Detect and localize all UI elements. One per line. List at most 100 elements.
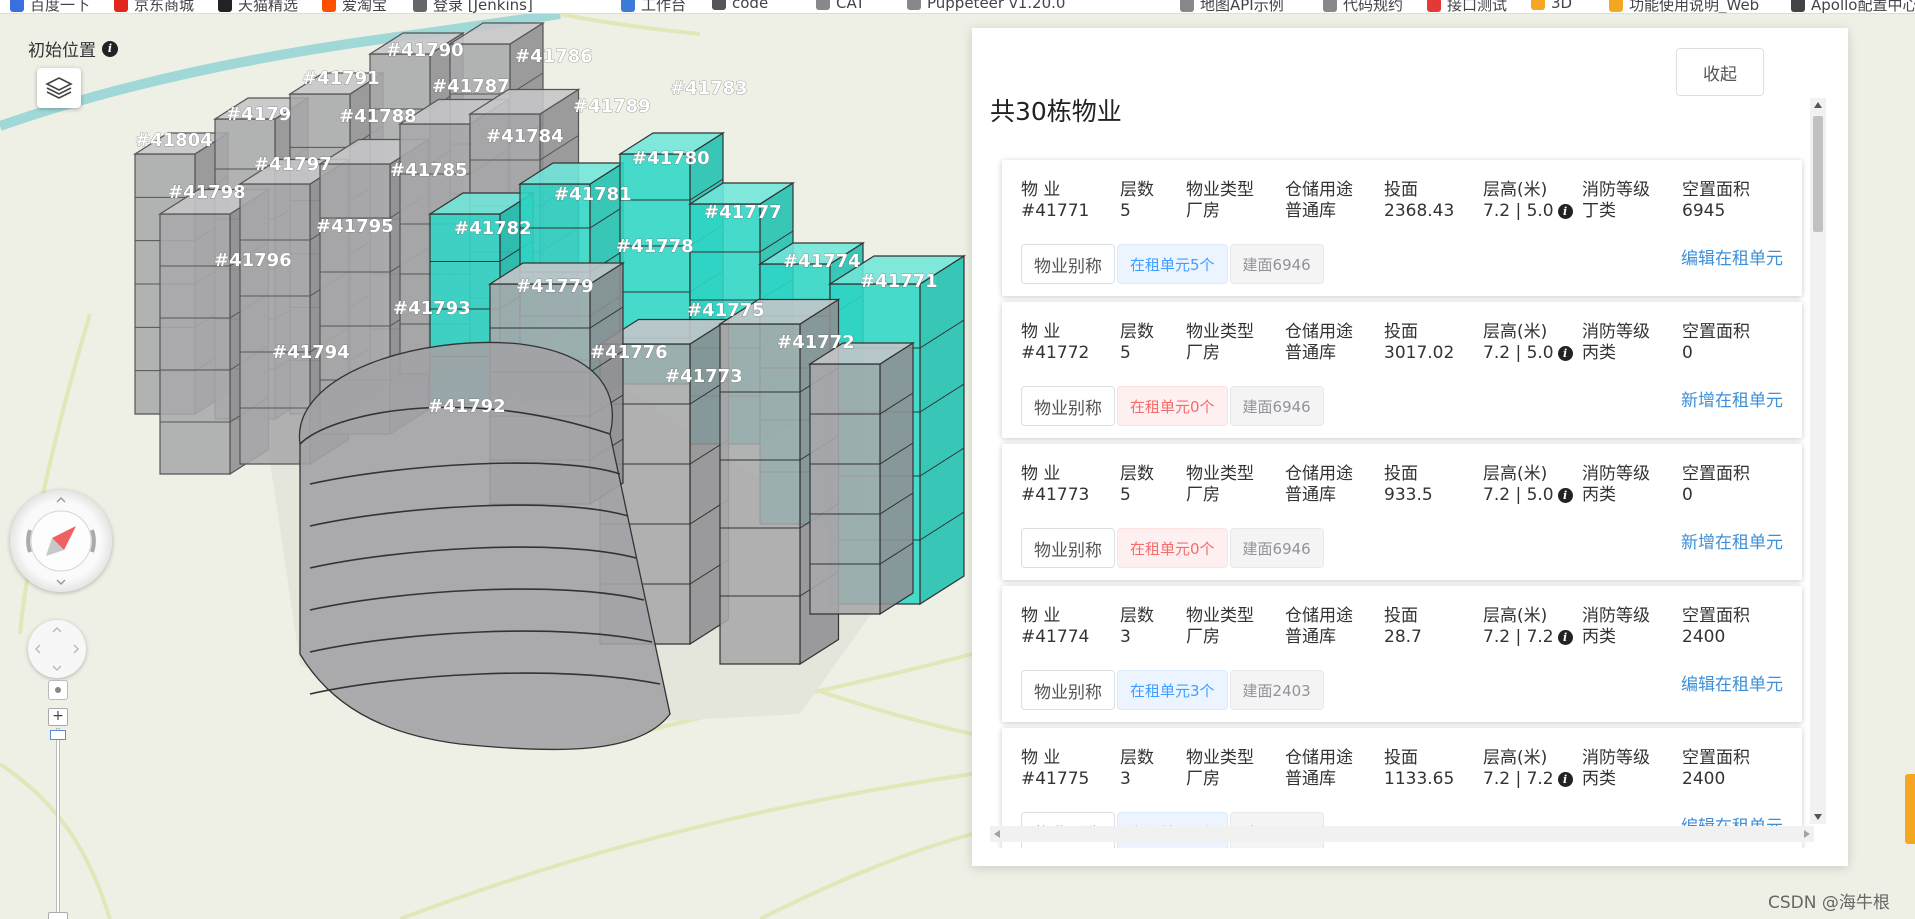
- alias-button[interactable]: 物业别称: [1021, 386, 1115, 426]
- bookmark-item[interactable]: code: [712, 0, 768, 12]
- bookmark-item[interactable]: 代码规约: [1323, 0, 1403, 13]
- bookmark-item[interactable]: 爱淘宝: [322, 0, 387, 13]
- property-field-vacant: 空置面积 0: [1682, 322, 1750, 364]
- info-icon[interactable]: i: [1557, 346, 1573, 361]
- scroll-right-icon[interactable]: [1804, 830, 1810, 838]
- zoom-in-button[interactable]: +: [48, 708, 68, 726]
- bookmark-item[interactable]: 工作台: [621, 0, 686, 13]
- rental-unit-action-link[interactable]: 新增在租单元: [1681, 528, 1783, 553]
- zoom-track[interactable]: [56, 728, 60, 919]
- compass-control[interactable]: [10, 490, 112, 592]
- field-label: 仓储用途: [1285, 322, 1353, 342]
- property-field-usage: 仓储用途 普通库: [1285, 464, 1353, 506]
- property-field-vacant: 空置面积 2400: [1682, 606, 1750, 648]
- field-value: 3017.02: [1384, 343, 1454, 364]
- bookmark-label: 接口测试: [1447, 0, 1508, 14]
- bookmark-item[interactable]: 3D: [1531, 0, 1572, 12]
- locate-button[interactable]: [48, 680, 68, 700]
- property-field-floors: 层数 5: [1120, 464, 1154, 506]
- property-card[interactable]: 物 业 #41771 层数 5 物业类型 厂房 仓储用途 普通库 投面 2368.43 层高(米) 7…: [1002, 160, 1802, 296]
- layers-button[interactable]: [37, 68, 81, 108]
- bookmark-item[interactable]: 接口测试: [1427, 0, 1508, 14]
- rental-unit-action-link[interactable]: 编辑在租单元: [1681, 244, 1783, 269]
- scroll-down-icon[interactable]: [1814, 814, 1822, 820]
- field-value-text: #41771: [1021, 201, 1090, 221]
- pan-control[interactable]: [28, 620, 86, 678]
- rental-unit-action-link[interactable]: 编辑在租单元: [1681, 670, 1783, 695]
- property-field-vacant: 空置面积 6945: [1682, 180, 1750, 222]
- field-value-text: 6945: [1682, 201, 1726, 221]
- field-label: 投面: [1384, 748, 1418, 768]
- field-value: #41773: [1021, 485, 1089, 506]
- bookmark-item[interactable]: 京东商城: [114, 0, 194, 13]
- field-value-text: 丙类: [1582, 343, 1616, 363]
- vertical-scrollbar[interactable]: [1810, 98, 1826, 824]
- info-icon[interactable]: i: [1557, 772, 1573, 787]
- building-label: #41795: [316, 216, 394, 237]
- scroll-up-icon[interactable]: [1814, 102, 1822, 108]
- info-icon[interactable]: i: [1557, 630, 1573, 645]
- field-value-text: 普通库: [1285, 627, 1336, 647]
- field-label: 投面: [1384, 464, 1418, 484]
- property-tags: 物业别称 在租单元5个 建面6946: [1021, 244, 1324, 284]
- side-widget[interactable]: [1905, 774, 1915, 844]
- bookmark-item[interactable]: 登录 [Jenkins]: [413, 0, 533, 13]
- bookmark-label: 地图API示例: [1200, 0, 1284, 14]
- horizontal-scrollbar[interactable]: [990, 826, 1814, 842]
- zoom-slider[interactable]: + −: [48, 708, 68, 919]
- property-list[interactable]: 物 业 #41771 层数 5 物业类型 厂房 仓储用途 普通库 投面 2368.43 层高(米) 7…: [990, 130, 1826, 848]
- zoom-out-button[interactable]: −: [48, 912, 68, 919]
- field-value-text: 5: [1120, 485, 1131, 505]
- bookmark-item[interactable]: 百度一下: [10, 0, 91, 14]
- alias-button[interactable]: 物业别称: [1021, 528, 1115, 568]
- property-card[interactable]: 物 业 #41772 层数 5 物业类型 厂房 仓储用途 普通库 投面 3017.02 层高(米) 7…: [1002, 302, 1802, 438]
- page-icon: [1323, 0, 1337, 12]
- field-value: 5: [1120, 343, 1154, 364]
- building-label: #41790: [386, 40, 464, 61]
- field-value-text: 7.2 | 7.2: [1483, 627, 1554, 647]
- bookmark-item[interactable]: CAT: [816, 0, 865, 12]
- bookmark-item[interactable]: 功能使用说明_Web: [1609, 0, 1759, 13]
- field-value-text: 厂房: [1186, 485, 1220, 505]
- field-value: 普通库: [1285, 627, 1353, 648]
- bookmark-item[interactable]: 地图API示例: [1180, 0, 1284, 14]
- building-block[interactable]: [807, 341, 916, 616]
- rental-unit-action-link[interactable]: 新增在租单元: [1681, 386, 1783, 411]
- field-value: 6945: [1682, 201, 1750, 222]
- bookmark-item[interactable]: 天猫精选: [218, 0, 298, 13]
- bookmark-item[interactable]: Puppeteer v1.20.0: [907, 0, 1065, 12]
- bookmark-label: 百度一下: [30, 0, 91, 14]
- field-value-text: 厂房: [1186, 201, 1220, 221]
- pan-arrows-icon: [34, 626, 80, 672]
- map-road: [559, 14, 701, 36]
- field-value-text: 5: [1120, 343, 1131, 363]
- building-label: #41798: [168, 182, 246, 203]
- field-label: 消防等级: [1582, 606, 1650, 626]
- scrollbar-thumb[interactable]: [1813, 116, 1823, 232]
- scroll-left-icon[interactable]: [994, 830, 1000, 838]
- page-icon: [907, 0, 921, 10]
- info-icon[interactable]: i: [1557, 488, 1573, 503]
- baidu-icon: [10, 0, 24, 12]
- property-card[interactable]: 物 业 #41773 层数 5 物业类型 厂房 仓储用途 普通库 投面 933.5 层高(米) 7.2…: [1002, 444, 1802, 580]
- alias-button[interactable]: 物业别称: [1021, 244, 1115, 284]
- initial-position-label[interactable]: 初始位置: [28, 36, 96, 61]
- building-area-tag: 建面6946: [1229, 528, 1324, 568]
- bookmark-item[interactable]: Apollo配置中心: [1791, 0, 1915, 13]
- field-value-text: #41773: [1021, 485, 1090, 505]
- info-icon[interactable]: i: [1557, 204, 1573, 219]
- field-value: #41774: [1021, 627, 1089, 648]
- field-label: 层数: [1120, 322, 1154, 342]
- watermark: CSDN @海牛根: [1768, 893, 1890, 913]
- collapse-button[interactable]: 收起: [1676, 48, 1764, 96]
- alias-button[interactable]: 物业别称: [1021, 670, 1115, 710]
- zoom-thumb[interactable]: [50, 730, 66, 740]
- field-value: 厂房: [1186, 627, 1254, 648]
- info-icon[interactable]: i: [102, 40, 118, 57]
- property-field-footprint: 投面 2368.43: [1384, 180, 1454, 222]
- field-value: 7.2 | 5.0 i: [1483, 343, 1573, 364]
- property-card[interactable]: 物 业 #41774 层数 3 物业类型 厂房 仓储用途 普通库 投面 28.7 层高(米) 7.2 …: [1002, 586, 1802, 722]
- property-field-property: 物 业 #41775: [1021, 748, 1089, 790]
- field-value: #41771: [1021, 201, 1089, 222]
- initial-position-control[interactable]: 初始位置 i: [28, 36, 118, 61]
